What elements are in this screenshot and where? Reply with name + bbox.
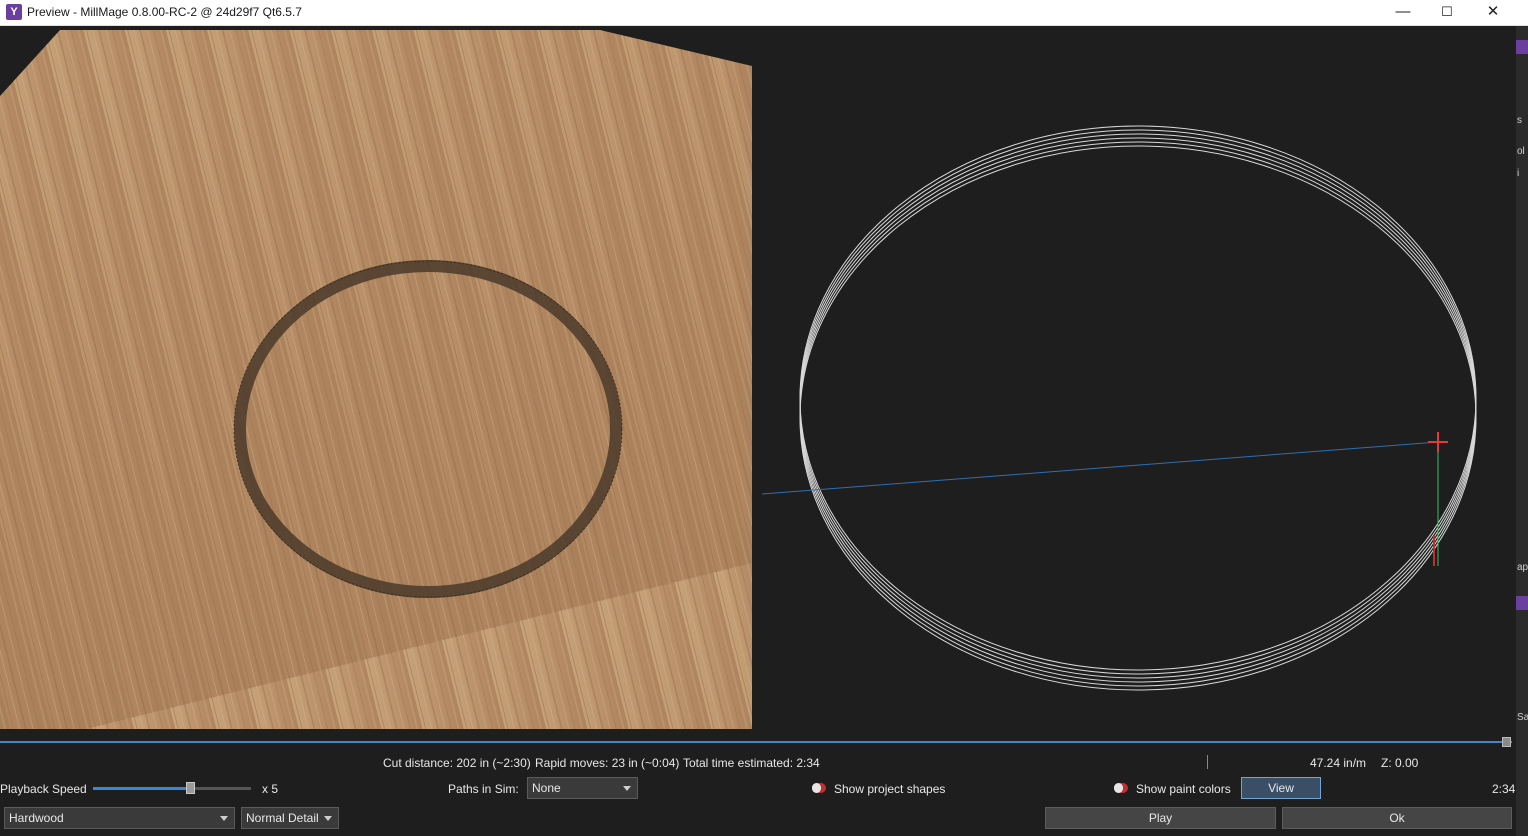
show-project-shapes-label: Show project shapes	[834, 782, 946, 796]
wood-material-render	[0, 30, 752, 729]
playback-time: 2:34	[1492, 782, 1516, 796]
view-button[interactable]: View	[1241, 777, 1321, 799]
panel-accent-lower	[1516, 596, 1528, 610]
panel-accent	[1516, 40, 1528, 54]
simulation-viewport[interactable]	[0, 26, 752, 729]
show-paint-colors-label: Show paint colors	[1136, 782, 1231, 796]
show-paint-colors-toggle[interactable]	[1114, 783, 1128, 793]
minimize-button[interactable]: —	[1380, 0, 1426, 26]
panel-text-fragment: ol	[1517, 146, 1525, 157]
panel-text-fragment: i	[1517, 168, 1520, 179]
total-time: Total time estimated: 2:34	[683, 756, 820, 770]
show-project-shapes-toggle[interactable]	[812, 783, 826, 793]
close-button[interactable]: ✕	[1470, 0, 1516, 26]
ok-button[interactable]: Ok	[1282, 807, 1512, 829]
toggle-knob	[812, 783, 821, 793]
detail-select[interactable]: Normal Detail	[241, 807, 339, 829]
playback-speed-label: Playback Speed	[0, 782, 87, 796]
panel-text-fragment: ap	[1517, 562, 1528, 573]
slider-fill	[93, 787, 191, 790]
toggle-knob	[1114, 783, 1123, 793]
simulation-progress-bar[interactable]	[0, 741, 1512, 743]
divider	[1207, 755, 1208, 769]
paths-in-sim-label: Paths in Sim:	[448, 782, 519, 796]
playback-speed-handle[interactable]	[186, 782, 195, 794]
z-position: Z: 0.00	[1381, 756, 1419, 770]
x-axis-line	[761, 441, 1439, 495]
progress-handle[interactable]	[1502, 737, 1511, 747]
toolpath-ellipse-render	[761, 125, 1477, 691]
rapid-moves: Rapid moves: 23 in (~0:04)	[535, 756, 680, 770]
title-bar: Y Preview - MillMage 0.8.00-RC-2 @ 24d29…	[0, 0, 1528, 26]
panel-text-fragment: s	[1517, 115, 1522, 126]
playback-speed-slider[interactable]	[93, 787, 251, 790]
paths-in-sim-value: None	[532, 781, 561, 795]
chevron-down-icon	[623, 786, 631, 791]
side-panel-edge: s ol i ap Sa	[1516, 26, 1528, 836]
maximize-button[interactable]: ☐	[1424, 0, 1470, 26]
cut-distance: Cut distance: 202 in (~2:30)	[383, 756, 531, 770]
material-select[interactable]: Hardwood	[4, 807, 235, 829]
paths-in-sim-select[interactable]: None	[527, 777, 638, 799]
panel-text-fragment: Sa	[1517, 712, 1528, 723]
millmage-logo-icon: Y	[6, 4, 22, 20]
window-title: Preview - MillMage 0.8.00-RC-2 @ 24d29f7…	[27, 5, 302, 19]
playback-multiplier: x 5	[262, 782, 279, 796]
chevron-down-icon	[220, 816, 228, 821]
material-value: Hardwood	[9, 811, 64, 825]
detail-value: Normal Detail	[246, 811, 319, 825]
feed-rate: 47.24 in/m	[1310, 756, 1367, 770]
chevron-down-icon	[324, 816, 332, 821]
play-button[interactable]: Play	[1045, 807, 1276, 829]
toolpath-preview[interactable]	[752, 26, 1516, 736]
